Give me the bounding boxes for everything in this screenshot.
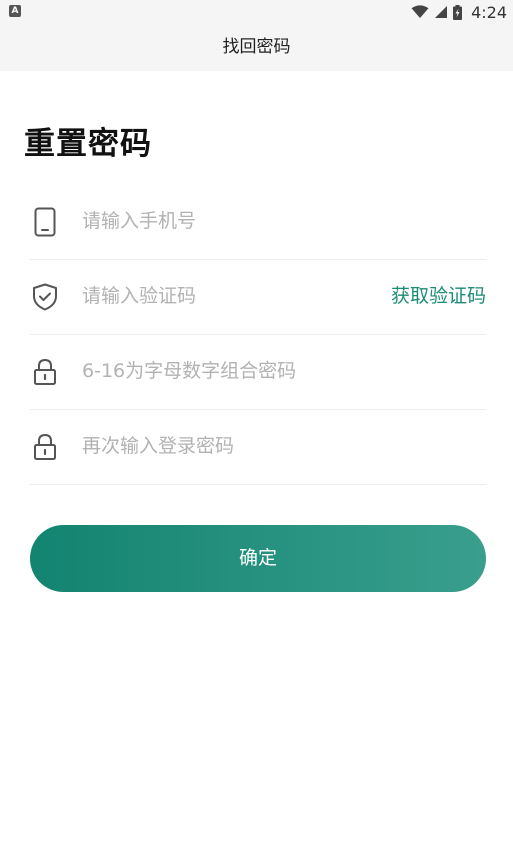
confirm-password-row — [30, 409, 486, 485]
wifi-icon — [411, 5, 429, 18]
cellular-signal-icon — [435, 6, 448, 18]
shield-check-icon — [30, 259, 60, 334]
password-input[interactable] — [82, 354, 482, 388]
status-bar: A 4:24 — [0, 0, 513, 24]
get-code-button[interactable]: 获取验证码 — [391, 259, 486, 334]
verification-code-row: 获取验证码 — [30, 259, 486, 335]
nav-bar: 找回密码 — [0, 24, 513, 71]
nav-title: 找回密码 — [222, 37, 291, 57]
lock-icon — [30, 334, 60, 409]
confirm-button[interactable]: 确定 — [30, 525, 486, 592]
confirm-password-input[interactable] — [82, 429, 482, 463]
status-indicators: 4:24 — [411, 0, 507, 24]
status-time: 4:24 — [471, 2, 507, 22]
password-row — [30, 334, 486, 410]
battery-icon — [453, 4, 463, 20]
verification-code-input[interactable] — [82, 279, 362, 313]
phone-icon — [30, 184, 60, 259]
phone-input[interactable] — [82, 204, 482, 238]
notification-app-icon: A — [9, 5, 21, 17]
phone-row — [30, 184, 486, 260]
lock-icon — [30, 409, 60, 484]
page-heading: 重置密码 — [24, 126, 152, 162]
